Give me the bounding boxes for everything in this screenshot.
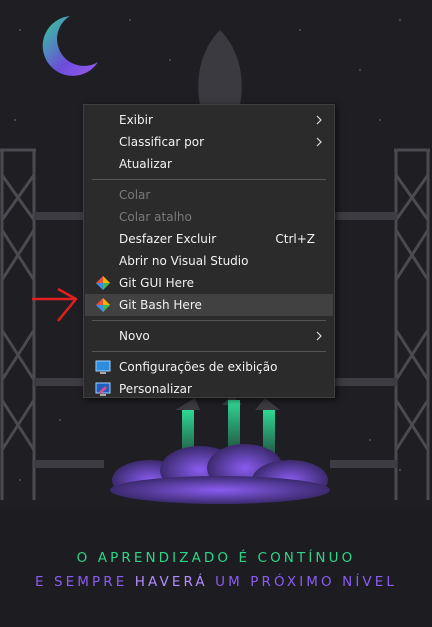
- personalize-icon: [95, 382, 111, 396]
- menu-item-git-bash-here[interactable]: Git Bash Here: [85, 294, 333, 316]
- menu-separator: [92, 351, 326, 352]
- menu-item-configuracoes-exibicao[interactable]: Configurações de exibição: [85, 356, 333, 378]
- wallpaper-tagline-line2: E SEMPRE HAVERÁ UM PRÓXIMO NÍVEL: [0, 574, 432, 590]
- menu-separator: [92, 179, 326, 180]
- menu-item-label: Git GUI Here: [119, 276, 195, 290]
- menu-item-atualizar[interactable]: Atualizar: [85, 153, 333, 175]
- menu-item-colar: Colar: [85, 184, 333, 206]
- tagline-part: UM PRÓXIMO NÍVEL: [215, 574, 398, 590]
- menu-item-personalizar[interactable]: Personalizar: [85, 378, 333, 400]
- menu-item-label: Desfazer Excluir: [119, 232, 217, 246]
- menu-item-abrir-visual-studio[interactable]: Abrir no Visual Studio: [85, 250, 333, 272]
- wallpaper-tagline-line1: O APRENDIZADO É CONTÍNUO: [76, 550, 356, 566]
- menu-item-label: Git Bash Here: [119, 298, 202, 312]
- git-icon: [96, 276, 110, 290]
- menu-item-label: Configurações de exibição: [119, 360, 278, 374]
- menu-item-exibir[interactable]: Exibir: [85, 109, 333, 131]
- menu-item-label: Abrir no Visual Studio: [119, 254, 249, 268]
- tagline-part-highlight: HAVERÁ: [134, 574, 208, 590]
- chevron-right-icon: [316, 115, 322, 125]
- tagline-part: E SEMPRE: [34, 574, 128, 590]
- menu-item-desfazer-excluir[interactable]: Desfazer Excluir Ctrl+Z: [85, 228, 333, 250]
- menu-separator: [92, 320, 326, 321]
- menu-item-git-gui-here[interactable]: Git GUI Here: [85, 272, 333, 294]
- chevron-right-icon: [316, 137, 322, 147]
- menu-item-label: Novo: [119, 329, 150, 343]
- menu-item-label: Atualizar: [119, 157, 172, 171]
- menu-item-label: Personalizar: [119, 382, 192, 396]
- display-settings-icon: [95, 360, 111, 374]
- red-arrow-annotation: [32, 287, 78, 322]
- git-icon: [96, 298, 110, 312]
- menu-item-label: Colar atalho: [119, 210, 192, 224]
- menu-item-classificar-por[interactable]: Classificar por: [85, 131, 333, 153]
- menu-item-label: Colar: [119, 188, 151, 202]
- menu-item-label: Classificar por: [119, 135, 205, 149]
- menu-item-colar-atalho: Colar atalho: [85, 206, 333, 228]
- menu-item-label: Exibir: [119, 113, 153, 127]
- shortcut-label: Ctrl+Z: [275, 232, 315, 246]
- context-menu: Exibir Classificar por Atualizar Colar C…: [83, 104, 335, 398]
- chevron-right-icon: [316, 331, 322, 341]
- menu-item-novo[interactable]: Novo: [85, 325, 333, 347]
